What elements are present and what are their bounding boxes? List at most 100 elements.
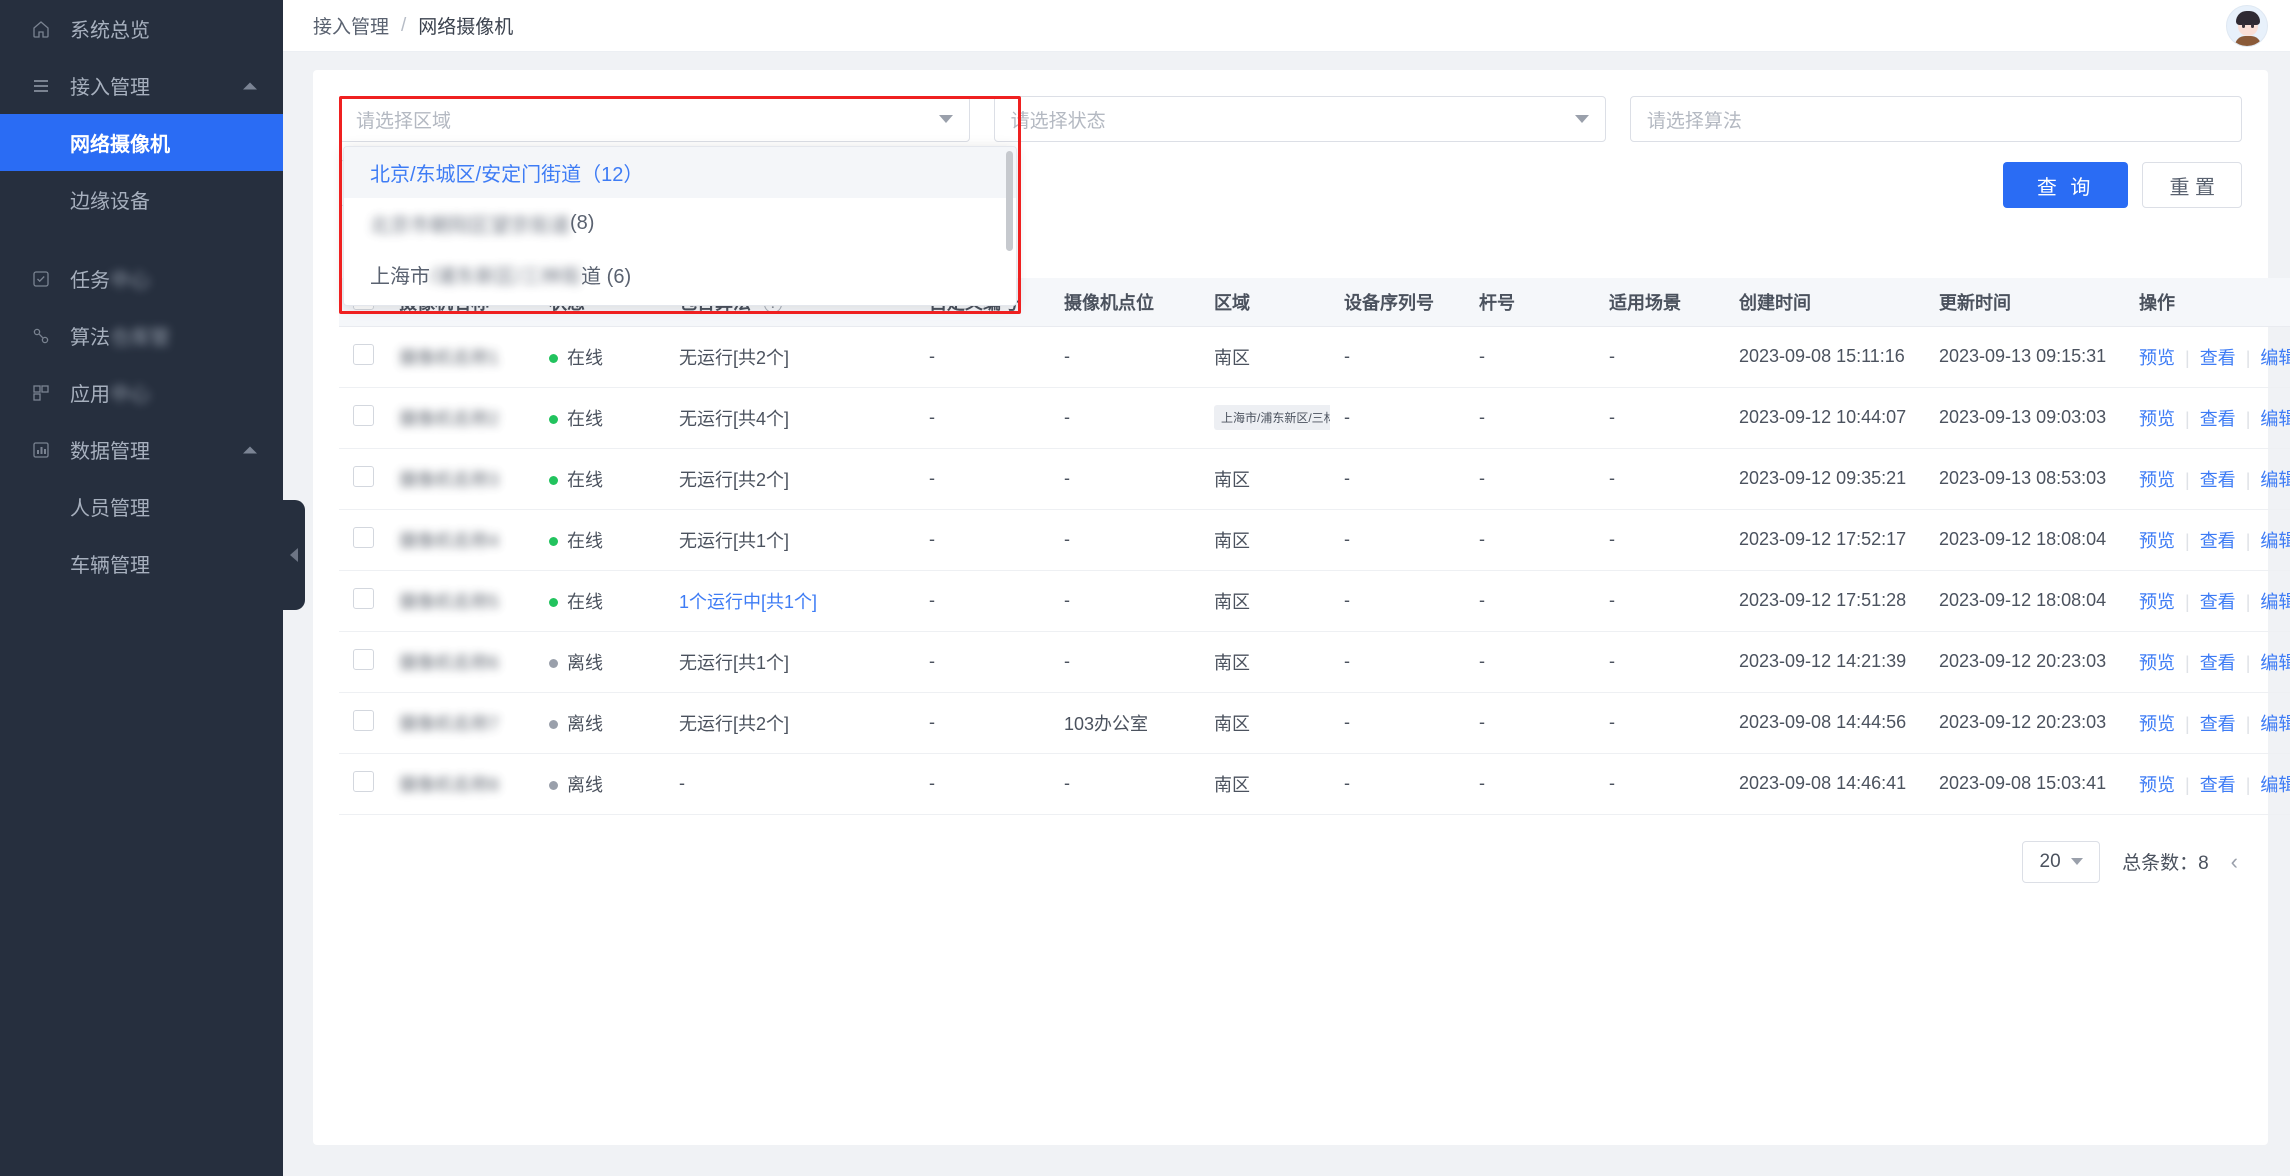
algorithm-text: 无运行[共1个] [679, 652, 790, 673]
status-text: 在线 [567, 347, 603, 368]
prev-page-button[interactable]: ‹ [2231, 849, 2238, 875]
view-link[interactable]: 查看 [2200, 714, 2236, 734]
edit-link[interactable]: 编辑 [2260, 653, 2290, 673]
page-size-select[interactable]: 20 [2022, 840, 2101, 883]
preview-link[interactable]: 预览 [2139, 653, 2175, 673]
avatar-body [2235, 35, 2261, 46]
header-created-time[interactable]: 创建时间 [1725, 278, 1925, 327]
cell-serial-number: - [1330, 387, 1465, 449]
preview-link[interactable]: 预览 [2139, 714, 2175, 734]
header-serial-number[interactable]: 设备序列号 [1330, 278, 1465, 327]
sidebar-item-person-management[interactable]: 人员管理 [0, 478, 283, 535]
header-pole-number[interactable]: 杆号 [1465, 278, 1595, 327]
sidebar-item-edge-device[interactable]: 边缘设备 [0, 171, 283, 228]
status-dot-icon [549, 537, 558, 547]
redacted-text: 摄像机名称1 [399, 347, 500, 368]
redacted-text: 摄像机名称3 [399, 469, 500, 490]
cell-custom-number: - [915, 326, 1050, 388]
preview-link[interactable]: 预览 [2139, 531, 2175, 551]
op-divider: | [2245, 713, 2251, 734]
camera-table-wrapper: 摄像机名称 状态 包含算法 ? 自定义编号 摄像机点位 区域 设备序列号 [339, 278, 2290, 815]
cell-area-wrapper: 南区 [1200, 448, 1330, 510]
row-checkbox[interactable] [353, 404, 374, 426]
breadcrumb-parent[interactable]: 接入管理 [313, 12, 389, 39]
view-link[interactable]: 查看 [2200, 348, 2236, 368]
cell-algorithms: 1个运行中[共1个] [665, 570, 915, 632]
avatar[interactable] [2226, 4, 2268, 47]
algorithm-select[interactable]: 请选择算法 [1629, 96, 2242, 142]
cell-camera-name: 摄像机名称5 [385, 570, 535, 632]
view-link[interactable]: 查看 [2200, 409, 2236, 429]
preview-link[interactable]: 预览 [2139, 409, 2175, 429]
sidebar: 系统总览 接入管理 网络摄像机 边缘设备 任务中心 算法仓库管 应用中心 数据管… [0, 0, 283, 1176]
sidebar-item-vehicle-management[interactable]: 车辆管理 [0, 535, 283, 592]
algorithm-text: 无运行[共1个] [679, 530, 790, 551]
area-select[interactable]: 请选择区域 [339, 96, 970, 142]
sidebar-item-data-management[interactable]: 数据管理 [0, 421, 283, 478]
breadcrumb-separator: / [401, 14, 407, 36]
edit-link[interactable]: 编辑 [2260, 775, 2290, 795]
row-checkbox[interactable] [353, 770, 374, 792]
sidebar-item-label: 人员管理 [70, 498, 150, 520]
data-icon [30, 439, 52, 461]
redacted-text: 摄像机名称5 [399, 591, 500, 612]
area-dropdown-option[interactable]: 北京市朝阳区望京街道 (8) [344, 198, 1016, 249]
dropdown-scrollbar[interactable] [1006, 151, 1013, 251]
row-select-cell [339, 631, 385, 693]
edit-link[interactable]: 编辑 [2260, 470, 2290, 490]
reset-button[interactable]: 重 置 [2142, 162, 2242, 208]
cell-algorithms: 无运行[共1个] [665, 631, 915, 693]
header-scene[interactable]: 适用场景 [1595, 278, 1725, 327]
sidebar-item-access-management[interactable]: 接入管理 [0, 57, 283, 114]
table-row: 摄像机名称8 离线 - - - 南区 - - -2023-09-08 14:46:41 2023-… [339, 753, 2290, 815]
view-link[interactable]: 查看 [2200, 775, 2236, 795]
header-camera-spot[interactable]: 摄像机点位 [1050, 278, 1200, 327]
sidebar-collapse-handle[interactable] [283, 500, 305, 610]
row-checkbox[interactable] [353, 709, 374, 731]
preview-link[interactable]: 预览 [2139, 348, 2175, 368]
view-link[interactable]: 查看 [2200, 470, 2236, 490]
header-updated-time[interactable]: 更新时间 [1925, 278, 2125, 327]
header-area[interactable]: 区域 [1200, 278, 1330, 327]
view-link[interactable]: 查看 [2200, 531, 2236, 551]
chevron-left-icon [290, 548, 298, 562]
sidebar-item-algorithm[interactable]: 算法仓库管 [0, 307, 283, 364]
area-dropdown-option[interactable]: 上海市 /浦东新区/三林街 道 (6) [344, 249, 1016, 300]
area-dropdown-panel[interactable]: 北京/东城区/安定门街道（12） 北京市朝阳区望京街道 (8) 上海市 /浦东新… [343, 146, 1017, 306]
view-link[interactable]: 查看 [2200, 653, 2236, 673]
app-icon [30, 382, 52, 404]
edit-link[interactable]: 编辑 [2260, 531, 2290, 551]
view-link[interactable]: 查看 [2200, 592, 2236, 612]
search-button[interactable]: 查 询 [2002, 162, 2129, 208]
status-dot-icon [549, 659, 558, 669]
algorithm-text[interactable]: 1个运行中[共1个] [679, 592, 817, 612]
cell-algorithms: 无运行[共2个] [665, 448, 915, 510]
row-checkbox[interactable] [353, 526, 374, 548]
edit-link[interactable]: 编辑 [2260, 409, 2290, 429]
sidebar-item-overview[interactable]: 系统总览 [0, 0, 283, 57]
cell-status: 在线 [535, 509, 665, 571]
edit-link[interactable]: 编辑 [2260, 714, 2290, 734]
row-checkbox[interactable] [353, 343, 374, 365]
sidebar-item-application[interactable]: 应用中心 [0, 364, 283, 421]
op-divider: | [2185, 347, 2190, 368]
cell-camera-spot: 103办公室 [1050, 692, 1200, 754]
area-dropdown-option[interactable]: 北京/东城区/安定门街道（12） [344, 147, 1016, 198]
cell-custom-number: - [915, 692, 1050, 754]
row-checkbox[interactable] [353, 587, 374, 609]
cell-custom-number: - [915, 570, 1050, 632]
cell-algorithms: 无运行[共4个] [665, 387, 915, 449]
row-checkbox[interactable] [353, 465, 374, 487]
edit-link[interactable]: 编辑 [2260, 348, 2290, 368]
sidebar-item-network-camera[interactable]: 网络摄像机 [0, 114, 283, 171]
preview-link[interactable]: 预览 [2139, 470, 2175, 490]
sidebar-item-task[interactable]: 任务中心 [0, 250, 283, 307]
preview-link[interactable]: 预览 [2139, 775, 2175, 795]
edit-link[interactable]: 编辑 [2260, 592, 2290, 612]
cell-scene: - [1595, 448, 1725, 510]
row-checkbox[interactable] [353, 648, 374, 670]
cell-status: 离线 [535, 631, 665, 693]
preview-link[interactable]: 预览 [2139, 592, 2175, 612]
status-dot-icon [549, 415, 558, 425]
status-select[interactable]: 请选择状态 [993, 96, 1606, 142]
